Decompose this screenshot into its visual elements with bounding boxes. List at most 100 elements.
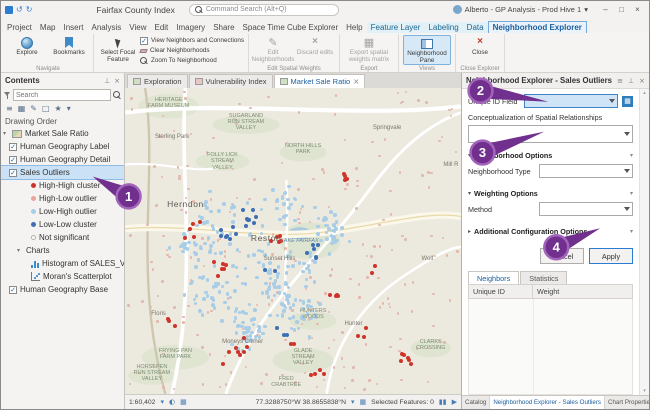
layer-sales-outliers[interactable]: ✓ Sales Outliers (1, 166, 124, 179)
tab-exploration[interactable]: Exploration (127, 74, 188, 88)
pane-bottom-tab[interactable]: Catalog (462, 396, 490, 409)
tab-statistics[interactable]: Statistics (520, 271, 567, 284)
unique-id-field-dropdown[interactable] (524, 94, 618, 108)
map-label: Sterling Park (155, 134, 189, 140)
refresh-icon[interactable]: ▶ (452, 398, 457, 406)
map-node[interactable]: ▾ Market Sale Ratio (1, 127, 124, 140)
weighting-options-section[interactable]: ▾ Weighting Options ▾ (468, 189, 633, 198)
charts-group[interactable]: ▾ Charts (1, 244, 124, 257)
contents-search-input[interactable] (13, 89, 111, 101)
additional-options-section[interactable]: ▸ Additional Configuration Options ▾ (468, 227, 633, 236)
ribbon-tab-contextual[interactable]: Data (463, 22, 488, 33)
ribbon-tab-contextual[interactable]: Labeling (424, 22, 462, 33)
ribbon-tab-contextual[interactable]: Feature Layer (367, 22, 425, 33)
ribbon-tab[interactable]: Edit (150, 22, 172, 33)
explore-button[interactable]: Explore (7, 35, 47, 57)
tab-neighbors[interactable]: Neighbors (468, 271, 519, 284)
pane-bottom-tab[interactable]: Chart Properties (605, 396, 649, 409)
pause-drawing-icon[interactable]: ▮▮ (439, 398, 447, 406)
pane-pin-icon[interactable]: ⊥ (628, 77, 634, 85)
bookmarks-button[interactable]: Bookmarks (49, 35, 89, 57)
expander-icon[interactable]: ▾ (3, 130, 9, 137)
globe-icon[interactable]: ◐ (169, 398, 175, 406)
layer-checkbox[interactable]: ✓ (9, 143, 17, 151)
ribbon-tab[interactable]: Share (209, 22, 238, 33)
zoom-to-neighborhood-button[interactable]: Zoom To Neighborhood (140, 56, 244, 65)
tab-market-sale-ratio[interactable]: Market Sale Ratio × (274, 74, 366, 88)
ribbon-tab[interactable]: Insert (59, 22, 87, 33)
layer-human-geography-label[interactable]: ✓ Human Geography Label (1, 140, 124, 153)
expander-icon[interactable]: ▾ (17, 247, 23, 254)
snowflake-icon[interactable]: ★ (55, 104, 62, 113)
ribbon-tab[interactable]: Space Time Cube Explorer (239, 22, 343, 33)
scroll-down-icon[interactable]: ▾ (643, 388, 646, 394)
more-icon[interactable]: ▾ (67, 104, 71, 113)
ribbon-tab[interactable]: Help (342, 22, 366, 33)
neighborhood-options-section[interactable]: ▾ Neighborhood Options ▾ (468, 151, 633, 160)
edit-neighborhoods-button[interactable]: ✎ Edit Neighborhoods (253, 35, 293, 63)
list-by-drawing-icon[interactable]: ≡ (6, 104, 13, 113)
map-scale[interactable]: 1:60,402 (129, 399, 155, 406)
coords-dropdown-icon[interactable]: ▾ (351, 398, 355, 406)
command-search[interactable]: Command Search (Alt+Q) (189, 4, 339, 16)
map-canvas[interactable]: HERITAGE FARM MUSEUMSterling ParkSUGARLA… (125, 88, 461, 394)
selection-grid-icon[interactable]: ▦ (360, 398, 367, 406)
close-window-button[interactable]: × (630, 3, 645, 16)
ribbon-tab[interactable]: Map (36, 22, 60, 33)
layer-human-geography-detail[interactable]: ✓ Human Geography Detail (1, 153, 124, 166)
ribbon-tab[interactable]: View (125, 22, 150, 33)
field-picker-icon[interactable]: ▦ (622, 96, 633, 107)
scroll-up-icon[interactable]: ▴ (643, 90, 646, 96)
export-weights-button[interactable]: ▦ Export spatial weights matrix (344, 35, 394, 63)
neighborhood-type-dropdown[interactable] (539, 164, 633, 178)
pane-close-icon[interactable]: × (639, 77, 645, 85)
pin-icon[interactable]: ⊥ (104, 77, 110, 85)
save-icon[interactable] (5, 6, 13, 14)
edit-list-icon[interactable]: ✎ (30, 104, 37, 113)
apply-button[interactable]: Apply (589, 248, 633, 264)
method-dropdown[interactable] (539, 202, 633, 216)
map-label: Hunter (344, 321, 362, 327)
group-label-navigate: Navigate (3, 66, 93, 72)
ribbon-tab[interactable]: Imagery (172, 22, 209, 33)
layer-human-geography-base[interactable]: ✓ Human Geography Base (1, 283, 124, 296)
chart-scatterplot-item[interactable]: Moran's Scatterplot (1, 270, 124, 283)
close-explorer-button[interactable]: × Close (460, 35, 500, 57)
layer-checkbox[interactable]: ✓ (9, 156, 17, 164)
undo-icon[interactable]: ↺ (16, 5, 23, 14)
layer-checkbox[interactable]: ✓ (9, 169, 17, 177)
minimize-button[interactable]: – (598, 3, 613, 16)
redo-icon[interactable]: ↻ (26, 5, 33, 14)
ribbon-tab[interactable]: Analysis (87, 22, 125, 33)
contents-search-icon[interactable] (113, 91, 121, 99)
map-coordinates[interactable]: 77.3288750°W 38.8655838°N (256, 399, 346, 406)
results-table-body[interactable] (468, 299, 633, 395)
pane-bottom-tab[interactable]: Neighborhood Explorer - Sales Outliers (490, 396, 605, 409)
filter-icon[interactable] (4, 92, 11, 99)
legend-swatch (31, 235, 36, 240)
chart-histogram-item[interactable]: Histogram of SALES_VALUE (1, 257, 124, 270)
maximize-button[interactable]: □ (614, 3, 629, 16)
selection-list-icon[interactable]: □ (42, 104, 50, 113)
conceptualization-dropdown[interactable] (468, 125, 633, 143)
user-menu[interactable]: Alberto - GP Analysis - Prod Hive 1 ▾ (453, 5, 588, 14)
grid-toggle-icon[interactable]: ▦ (180, 398, 187, 406)
discard-edits-button[interactable]: × Discard edits (295, 35, 335, 57)
neighborhood-pane-button[interactable]: Neighborhood Pane (403, 35, 451, 65)
cancel-button[interactable]: Cancel (540, 248, 584, 264)
view-neighbors-checkbox[interactable]: ✓ View Neighbors and Connections (140, 36, 244, 45)
scale-dropdown-icon[interactable]: ▾ (160, 398, 164, 406)
clear-neighborhoods-button[interactable]: Clear Neighborhoods (140, 46, 244, 55)
layer-checkbox[interactable]: ✓ (9, 286, 17, 294)
ribbon-tab-active[interactable]: Neighborhood Explorer (488, 21, 587, 33)
ribbon-tab[interactable]: Project (3, 22, 36, 33)
select-focal-feature-button[interactable]: Select Focal Feature (98, 35, 138, 63)
list-by-source-icon[interactable]: ▦ (18, 104, 26, 113)
selected-features-count: Selected Features: 0 (371, 399, 434, 406)
view-neighbors-label: View Neighbors and Connections (151, 37, 244, 44)
tab-vulnerability-index[interactable]: Vulnerability Index (189, 74, 273, 88)
close-pane-icon[interactable]: × (114, 77, 120, 85)
pane-scrollbar[interactable]: ▴ ▾ (639, 89, 649, 395)
pane-menu-icon[interactable]: ≡ (617, 77, 623, 85)
close-tab-icon[interactable]: × (353, 77, 359, 86)
